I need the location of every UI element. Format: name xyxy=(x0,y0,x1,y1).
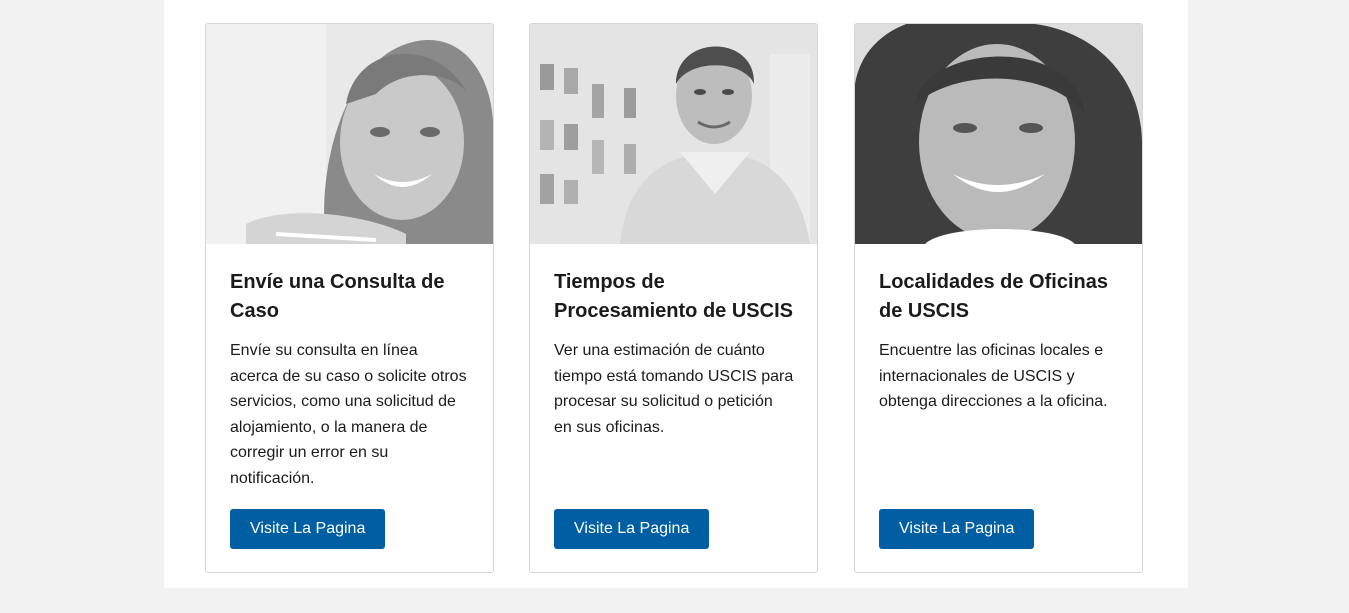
card-title: Envíe una Consulta de Caso xyxy=(230,271,445,322)
visit-page-button[interactable]: Visite La Pagina xyxy=(230,509,386,549)
content-panel: Envíe una Consulta de Caso Envíe su cons… xyxy=(164,0,1188,588)
visit-page-button[interactable]: Visite La Pagina xyxy=(554,509,710,549)
card-description: Envíe su consulta en línea acerca de su … xyxy=(230,342,467,487)
card-title: Tiempos de Procesamiento de USCIS xyxy=(554,271,793,322)
card-title: Localidades de Oficinas de USCIS xyxy=(879,271,1108,322)
card-case-inquiry: Envíe una Consulta de Caso Envíe su cons… xyxy=(205,23,494,573)
older-woman-smiling-photo xyxy=(855,24,1142,244)
man-smiling-photo xyxy=(530,24,817,244)
visit-page-button[interactable]: Visite La Pagina xyxy=(879,509,1035,549)
woman-smiling-photo xyxy=(206,24,493,244)
card-processing-times: Tiempos de Procesamiento de USCIS Ver un… xyxy=(529,23,818,573)
card-office-locations: Localidades de Oficinas de USCIS Encuent… xyxy=(854,23,1143,573)
card-description: Encuentre las oficinas locales e interna… xyxy=(879,342,1108,410)
card-description: Ver una estimación de cuánto tiempo está… xyxy=(554,342,794,436)
